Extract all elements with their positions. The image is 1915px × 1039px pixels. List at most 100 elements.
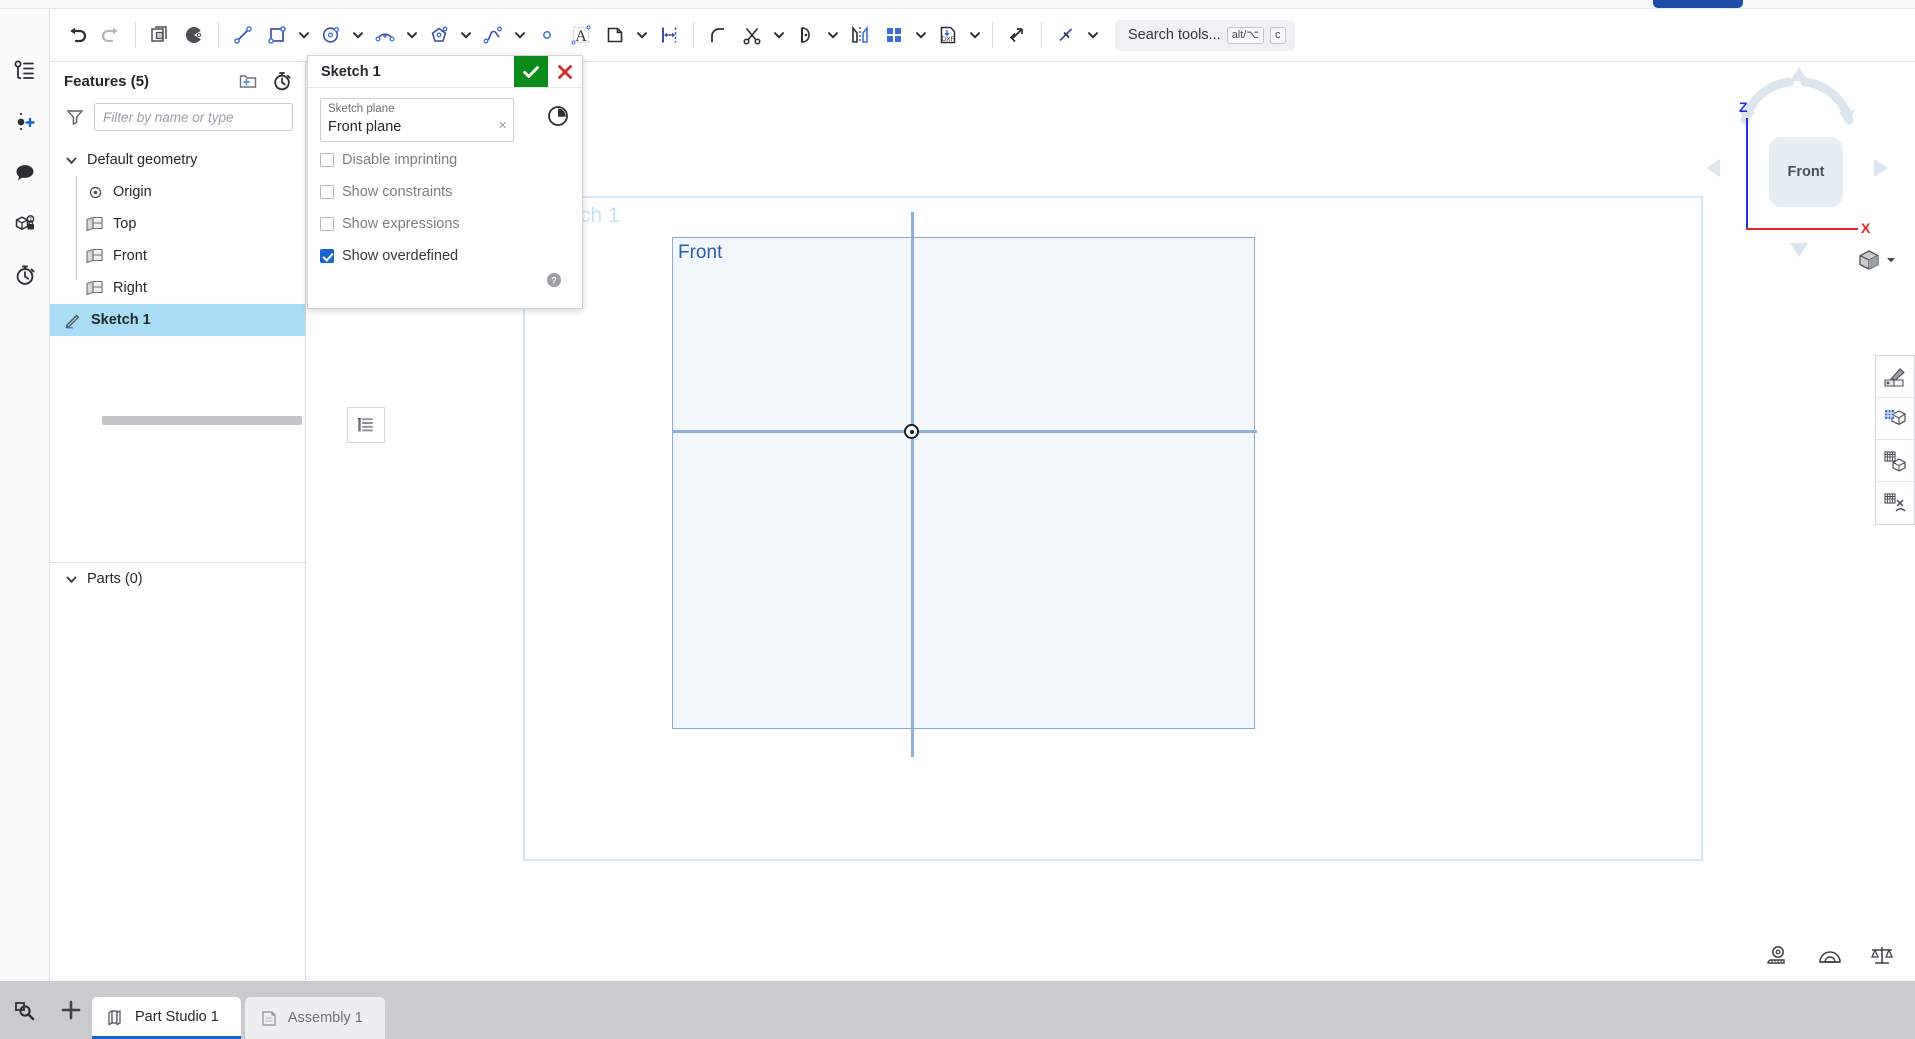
tree-item-right-plane[interactable]: Right (50, 272, 305, 304)
option-show-overdefined[interactable]: Show overdefined (320, 242, 570, 270)
tab-part-studio-1[interactable]: Part Studio 1 (92, 997, 241, 1039)
checkbox[interactable] (320, 249, 334, 263)
view-down-arrow-icon[interactable] (1787, 240, 1811, 260)
add-tab-button[interactable] (50, 981, 92, 1039)
point-tool-icon[interactable] (530, 18, 564, 52)
tree-item-default-geometry[interactable]: Default geometry (50, 144, 305, 176)
top-primary-button[interactable] (1653, 0, 1743, 8)
view-mode-dropdown[interactable] (1857, 248, 1897, 272)
option-show-constraints[interactable]: Show constraints (320, 178, 570, 206)
assembly-icon (259, 1008, 279, 1028)
tree-item-front-plane[interactable]: Front (50, 240, 305, 272)
display-state-icon[interactable] (1876, 398, 1914, 440)
view-right-arrow-icon[interactable] (1871, 156, 1891, 180)
parts-header[interactable]: Parts (0) (50, 563, 305, 595)
option-show-expressions[interactable]: Show expressions (320, 210, 570, 238)
filter-funnel-icon[interactable] (64, 106, 86, 128)
trim-tool-icon[interactable] (735, 18, 769, 52)
features-panel: Features (5) Default geometry (50, 62, 306, 981)
extend-tool-icon[interactable] (789, 18, 823, 52)
extend-dropdown-chevron-down-icon[interactable] (823, 18, 843, 52)
part-studio-icon (106, 1007, 126, 1027)
accept-button[interactable] (514, 56, 548, 87)
rollback-timer-icon[interactable] (269, 68, 295, 94)
features-filter-input[interactable] (94, 103, 293, 131)
fillet-tool-icon[interactable] (701, 18, 735, 52)
sketch-mirror-icon[interactable] (177, 18, 211, 52)
mirror-tool-icon[interactable] (843, 18, 877, 52)
offset-dropdown-chevron-down-icon[interactable] (632, 18, 652, 52)
construction-dropdown-chevron-down-icon[interactable] (1083, 18, 1103, 52)
feature-tree-horizontal-scrollbar[interactable] (102, 416, 302, 425)
offset-tool-icon[interactable] (598, 18, 632, 52)
undo-icon[interactable] (60, 18, 94, 52)
polygon-dropdown-chevron-down-icon[interactable] (456, 18, 476, 52)
tab-assembly-1[interactable]: Assembly 1 (244, 997, 385, 1039)
help-icon[interactable]: ? (546, 272, 562, 293)
text-tool-icon[interactable]: A (564, 18, 598, 52)
view-axis-z-label: Z (1739, 99, 1748, 115)
option-label: Show constraints (342, 184, 453, 200)
checkbox[interactable] (320, 153, 334, 167)
sketch-plane-field[interactable]: Sketch plane Front plane × (320, 98, 514, 142)
sketch-horizontal-axis[interactable] (672, 430, 1257, 433)
history-icon[interactable] (9, 259, 41, 291)
clear-plane-icon[interactable]: × (498, 118, 507, 133)
part-permissions-icon[interactable]: ? (9, 208, 41, 240)
rectangle-dropdown-chevron-down-icon[interactable] (294, 18, 314, 52)
measure-tape-icon[interactable] (1765, 944, 1791, 971)
spline-tool-icon[interactable] (476, 18, 510, 52)
svg-text:?: ? (551, 276, 557, 287)
view-up-arrow-icon[interactable] (1787, 64, 1811, 84)
pattern-tool-icon[interactable] (877, 18, 911, 52)
construction-tool-icon[interactable] (1049, 18, 1083, 52)
spline-dropdown-chevron-down-icon[interactable] (510, 18, 530, 52)
protractor-icon[interactable] (1817, 944, 1843, 971)
line-tool-icon[interactable] (226, 18, 260, 52)
dxf-import-icon[interactable]: DXF (931, 18, 965, 52)
redo-icon[interactable] (94, 18, 128, 52)
view-cube-front-face[interactable]: Front (1769, 137, 1843, 207)
tree-item-sketch-1[interactable]: Sketch 1 (50, 304, 305, 336)
polygon-tool-icon[interactable] (422, 18, 456, 52)
trim-dropdown-chevron-down-icon[interactable] (769, 18, 789, 52)
rectangle-tool-icon[interactable] (260, 18, 294, 52)
view-cube: Front Z X (1703, 62, 1893, 262)
sketch-vertical-axis[interactable] (911, 212, 914, 757)
tree-item-origin[interactable]: Origin (50, 176, 305, 208)
sketch-dialog-title: Sketch 1 (321, 63, 381, 80)
cancel-button[interactable] (548, 56, 582, 87)
chevron-down-icon[interactable] (62, 573, 80, 586)
circle-tool-icon[interactable] (314, 18, 348, 52)
arc-tool-icon[interactable] (368, 18, 402, 52)
chevron-down-icon[interactable] (62, 154, 80, 167)
tree-item-top-plane[interactable]: Top (50, 208, 305, 240)
transform-tool-icon[interactable] (1000, 18, 1034, 52)
mass-properties-icon[interactable] (1869, 944, 1895, 971)
dimension-tool-icon[interactable] (652, 18, 686, 52)
sketch-plane-rectangle[interactable] (672, 237, 1255, 729)
checkbox[interactable] (320, 217, 334, 231)
appearance-tool-icon[interactable] (1876, 356, 1914, 398)
new-folder-icon[interactable] (235, 68, 261, 94)
sketch-history-icon[interactable] (546, 104, 570, 128)
sketch-panel-icon[interactable] (347, 407, 385, 443)
option-disable-imprinting[interactable]: Disable imprinting (320, 146, 570, 174)
tab-search-icon[interactable] (0, 981, 50, 1039)
comments-icon[interactable] (9, 157, 41, 189)
circle-dropdown-chevron-down-icon[interactable] (348, 18, 368, 52)
feature-list-icon[interactable] (9, 55, 41, 87)
sketch-dialog-header: Sketch 1 (308, 56, 582, 88)
view-left-arrow-icon[interactable] (1703, 156, 1723, 180)
add-version-icon[interactable] (9, 106, 41, 138)
sketch-origin-point[interactable] (904, 424, 919, 439)
copy-sketch-icon[interactable] (143, 18, 177, 52)
search-tools-input[interactable]: Search tools... alt/⌥ c (1115, 19, 1295, 51)
view-axis-x-line (1746, 228, 1858, 230)
explode-view-icon[interactable] (1876, 482, 1914, 524)
section-view-icon[interactable] (1876, 440, 1914, 482)
dxf-dropdown-chevron-down-icon[interactable] (965, 18, 985, 52)
pattern-dropdown-chevron-down-icon[interactable] (911, 18, 931, 52)
checkbox[interactable] (320, 185, 334, 199)
arc-dropdown-chevron-down-icon[interactable] (402, 18, 422, 52)
